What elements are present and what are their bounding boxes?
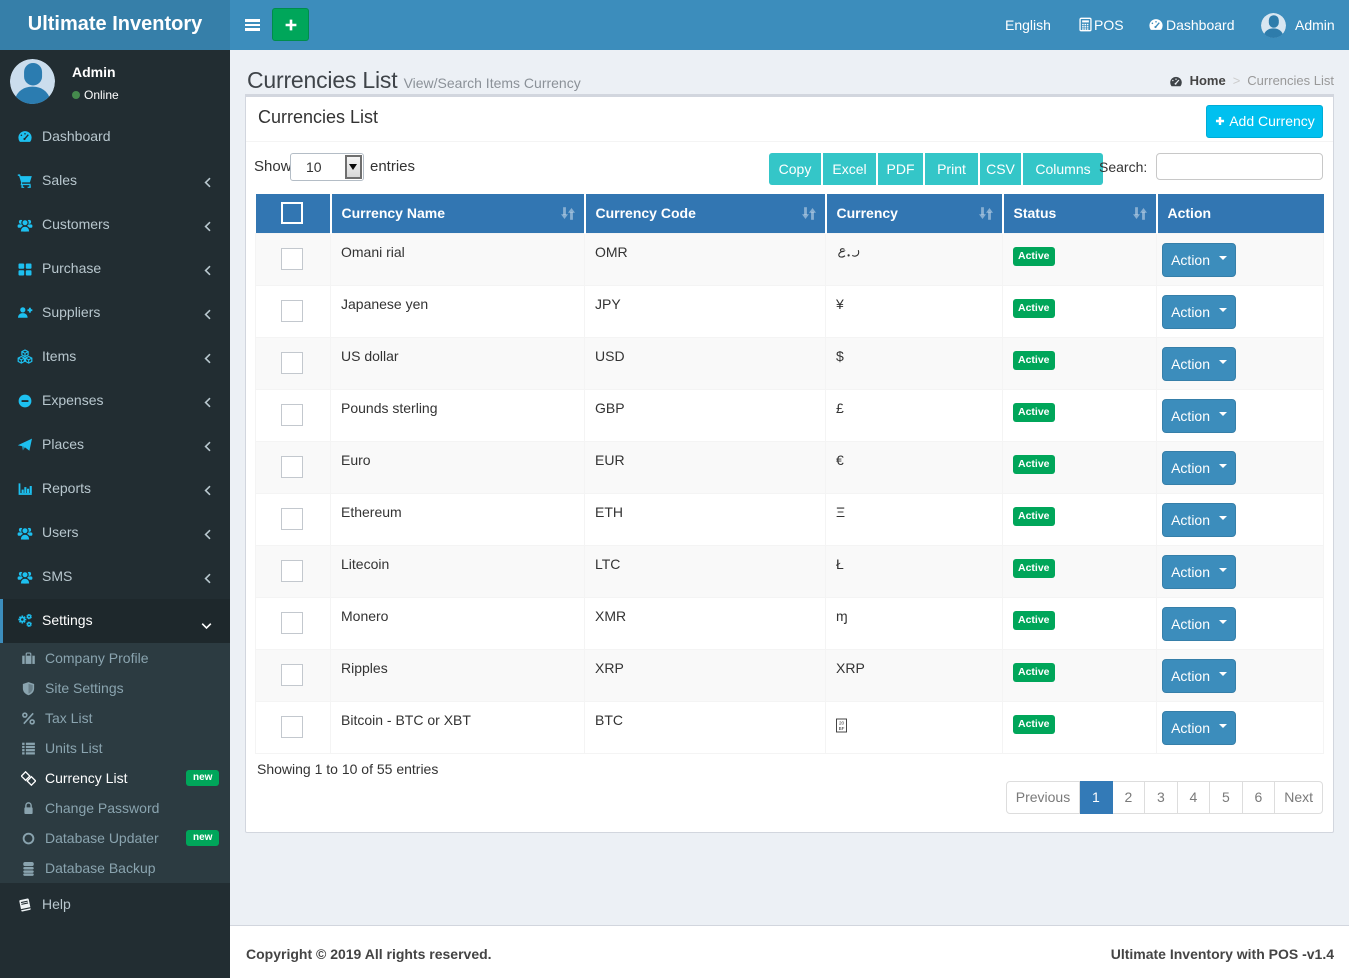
svg-text:BF: BF xyxy=(839,726,845,731)
svg-text:20: 20 xyxy=(839,720,845,725)
